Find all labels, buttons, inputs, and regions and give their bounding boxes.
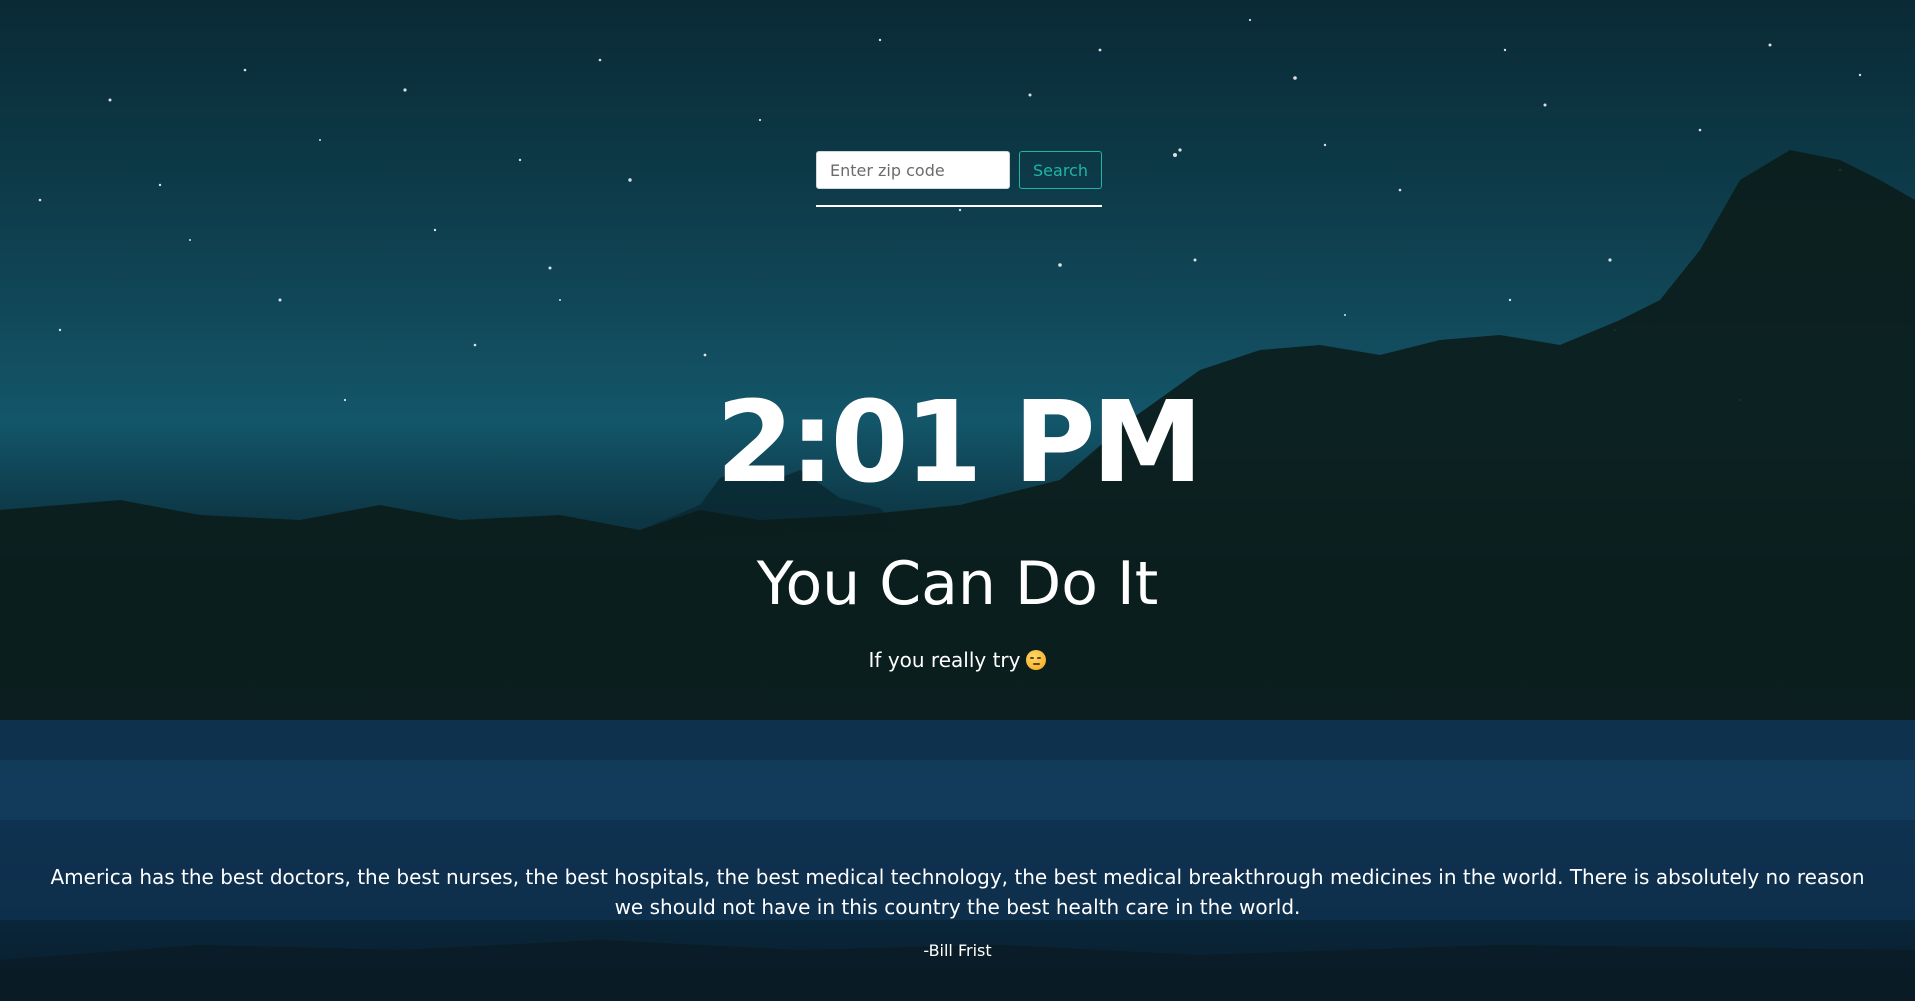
search-button[interactable]: Search bbox=[1019, 151, 1102, 189]
smirking-face-icon bbox=[1026, 650, 1047, 670]
search-underline bbox=[816, 205, 1102, 207]
subline-text: If you really try bbox=[868, 648, 1021, 672]
quote-author: -Bill Frist bbox=[923, 941, 992, 960]
zip-code-input[interactable] bbox=[816, 151, 1010, 189]
clock-time: 2:01 PM bbox=[715, 378, 1203, 508]
zip-search-form: Search bbox=[816, 151, 1102, 207]
subline: If you really try bbox=[0, 645, 1915, 675]
quote-text: America has the best doctors, the best n… bbox=[50, 865, 1865, 919]
headline: You Can Do It bbox=[756, 549, 1159, 619]
